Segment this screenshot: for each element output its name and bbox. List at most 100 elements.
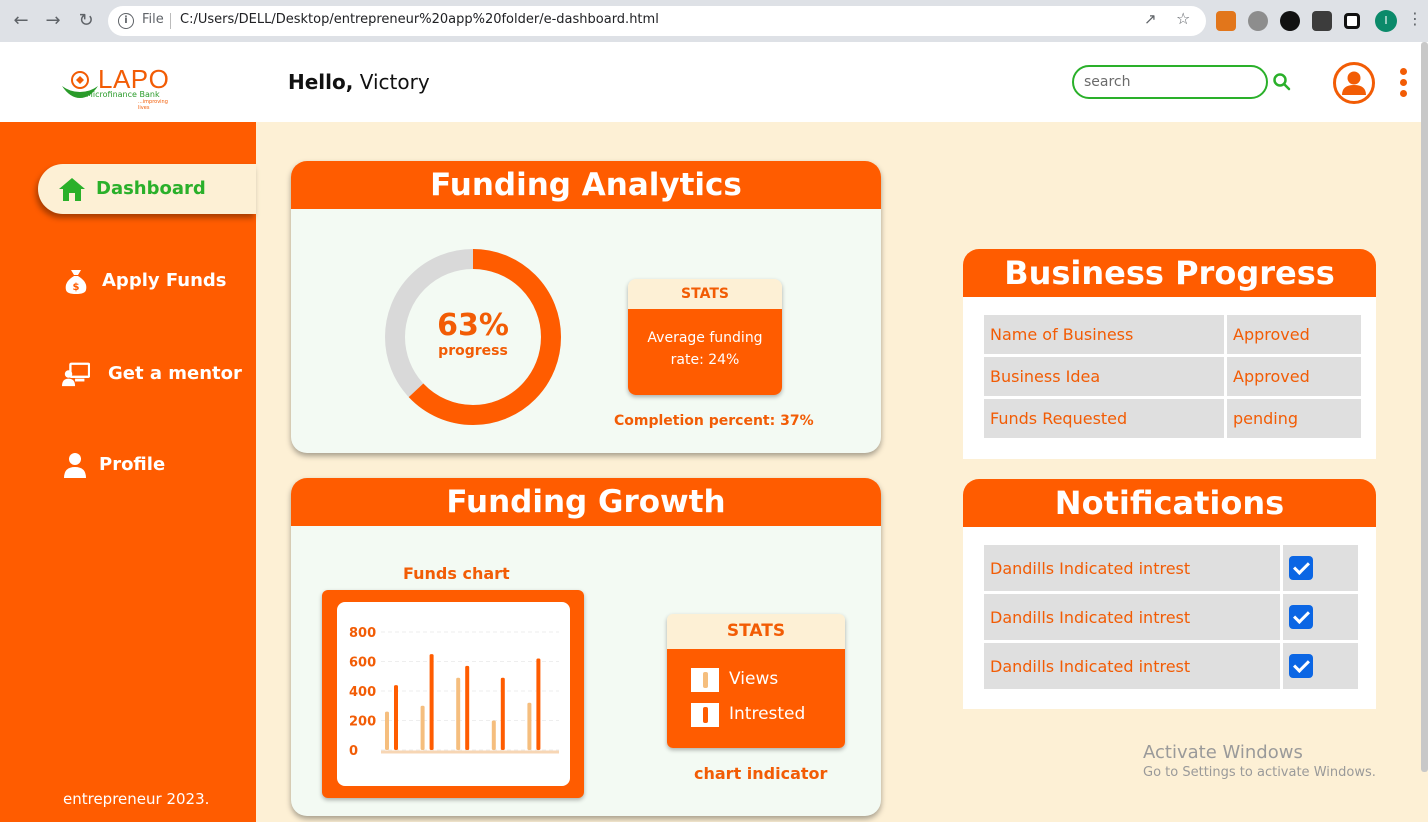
y-tick-label: 0 xyxy=(349,744,358,759)
table-row: Name of Business Approved xyxy=(984,315,1361,354)
greeting-bold: Hello, xyxy=(288,70,354,94)
file-label: File xyxy=(142,12,164,27)
sidebar-item-dashboard[interactable]: Dashboard xyxy=(38,164,256,214)
info-icon[interactable]: i xyxy=(118,13,134,29)
average-funding-rate: Average funding rate: 24% xyxy=(628,309,782,395)
puzzle-extensions-icon[interactable] xyxy=(1312,11,1332,31)
home-icon xyxy=(59,178,85,201)
checkbox-cell xyxy=(1283,594,1358,640)
svg-text:$: $ xyxy=(73,282,80,293)
side-panel-icon[interactable] xyxy=(1344,13,1360,29)
checkbox-cell xyxy=(1283,545,1358,591)
notification-text: Dandills Indicated intrest xyxy=(984,643,1280,689)
notifications-table: Dandills Indicated intrest Dandills Indi… xyxy=(981,542,1361,692)
user-icon xyxy=(64,453,86,478)
user-icon xyxy=(1342,71,1366,95)
bar-views xyxy=(456,677,461,750)
metamask-extension-icon[interactable] xyxy=(1216,11,1236,31)
legend-label: Intrested xyxy=(729,704,806,724)
user-name: Victory xyxy=(359,70,430,94)
status-cell: pending xyxy=(1227,399,1361,438)
notification-row: Dandills Indicated intrest xyxy=(984,643,1358,689)
progress-percent: 63% xyxy=(437,308,509,343)
logo-tagline: ...improving lives xyxy=(138,99,168,111)
browser-toolbar: ← → ↻ i File C:/Users/DELL/Desktop/entre… xyxy=(0,0,1428,42)
search-icon[interactable] xyxy=(1272,72,1292,92)
bar-intrested xyxy=(500,677,505,750)
card-title: Notifications xyxy=(963,479,1376,527)
address-bar[interactable]: i File C:/Users/DELL/Desktop/entrepreneu… xyxy=(108,6,1206,36)
reload-icon[interactable]: ↻ xyxy=(74,9,98,33)
user-avatar-button[interactable] xyxy=(1333,62,1375,104)
table-row: Business Idea Approved xyxy=(984,357,1361,396)
bug-extension-icon[interactable] xyxy=(1248,11,1268,31)
checkbox-cell xyxy=(1283,643,1358,689)
share-icon[interactable]: ↗ xyxy=(1144,10,1157,28)
table-row: Funds Requested pending xyxy=(984,399,1361,438)
bar-intrested xyxy=(394,685,398,750)
stats-title: STATS xyxy=(628,279,782,309)
mentor-icon xyxy=(62,362,90,387)
forward-icon[interactable]: → xyxy=(41,9,65,33)
table-cell: Funds Requested xyxy=(984,399,1224,438)
logo-subtitle: Microfinance Bank xyxy=(86,90,160,99)
divider xyxy=(170,13,171,29)
sidebar-footer: entrepreneur 2023. xyxy=(63,790,210,808)
legend-swatch xyxy=(691,668,719,692)
table-cell: Name of Business xyxy=(984,315,1224,354)
card-title: Funding Growth xyxy=(291,478,881,526)
card-title: Funding Analytics xyxy=(291,161,881,209)
lapo-logo[interactable]: LAPO Microfinance Bank ...improving live… xyxy=(60,64,175,111)
funding-growth-card: Funding Growth Funds chart 800 600 400 200 0… xyxy=(291,478,881,816)
y-tick-label: 600 xyxy=(349,656,376,671)
browser-profile-avatar[interactable]: I xyxy=(1375,10,1397,32)
notification-checkbox[interactable] xyxy=(1289,556,1313,580)
bar-views xyxy=(420,705,425,750)
sidebar-item-label: Profile xyxy=(99,454,166,475)
url-text[interactable]: C:/Users/DELL/Desktop/entrepreneur%20app… xyxy=(180,12,659,27)
notifications-card: Notifications Dandills Indicated intrest… xyxy=(963,479,1376,709)
funds-chart-frame: 800 600 400 200 0 xyxy=(322,590,584,798)
funds-chart: 800 600 400 200 0 xyxy=(337,602,570,786)
table-cell: Business Idea xyxy=(984,357,1224,396)
bar-views xyxy=(491,720,496,750)
page-scrollbar[interactable] xyxy=(1421,42,1428,772)
browser-menu-icon[interactable]: ⋮ xyxy=(1407,9,1423,28)
app-header: LAPO Microfinance Bank ...improving live… xyxy=(0,42,1428,122)
y-tick-label: 800 xyxy=(349,626,376,641)
money-bag-icon: $ xyxy=(65,270,87,294)
completion-percent: Completion percent: 37% xyxy=(614,413,814,429)
chart-indicator-label: chart indicator xyxy=(694,764,828,783)
chart-stats-box: STATS Views Intrested xyxy=(667,614,845,748)
funds-chart-title: Funds chart xyxy=(403,564,510,583)
x-extension-icon[interactable] xyxy=(1280,11,1300,31)
notification-checkbox[interactable] xyxy=(1289,605,1313,629)
y-tick-label: 200 xyxy=(349,715,376,730)
bar-views xyxy=(527,702,532,750)
status-cell: Approved xyxy=(1227,315,1361,354)
legend-label: Views xyxy=(729,669,779,689)
funds-bar-chart: 800 600 400 200 0 xyxy=(349,626,559,759)
sidebar-item-label: Get a mentor xyxy=(108,363,242,384)
business-progress-card: Business Progress Name of Business Appro… xyxy=(963,249,1376,459)
notification-text: Dandills Indicated intrest xyxy=(984,594,1280,640)
stats-box: STATS Average funding rate: 24% xyxy=(628,279,782,395)
search-input[interactable] xyxy=(1072,65,1268,99)
watermark-line1: Activate Windows xyxy=(1143,742,1303,763)
sidebar: Dashboard $ Apply Funds Get a mentor Pro… xyxy=(0,122,256,822)
notification-text: Dandills Indicated intrest xyxy=(984,545,1280,591)
card-title: Business Progress xyxy=(963,249,1376,297)
stats-title: STATS xyxy=(667,614,845,649)
bar-intrested xyxy=(465,665,470,750)
bookmark-star-icon[interactable]: ☆ xyxy=(1176,9,1190,28)
sidebar-item-label: Dashboard xyxy=(96,178,206,199)
bar-intrested xyxy=(536,658,541,750)
back-icon[interactable]: ← xyxy=(9,9,33,33)
activate-windows-watermark: Activate Windows Go to Settings to activ… xyxy=(1143,742,1376,780)
business-progress-table: Name of Business Approved Business Idea … xyxy=(981,312,1364,441)
more-options-icon[interactable] xyxy=(1398,68,1408,98)
progress-donut: 63% progress xyxy=(383,247,563,427)
notification-checkbox[interactable] xyxy=(1289,654,1313,678)
legend-swatch xyxy=(691,703,719,727)
bar-intrested xyxy=(429,654,434,750)
